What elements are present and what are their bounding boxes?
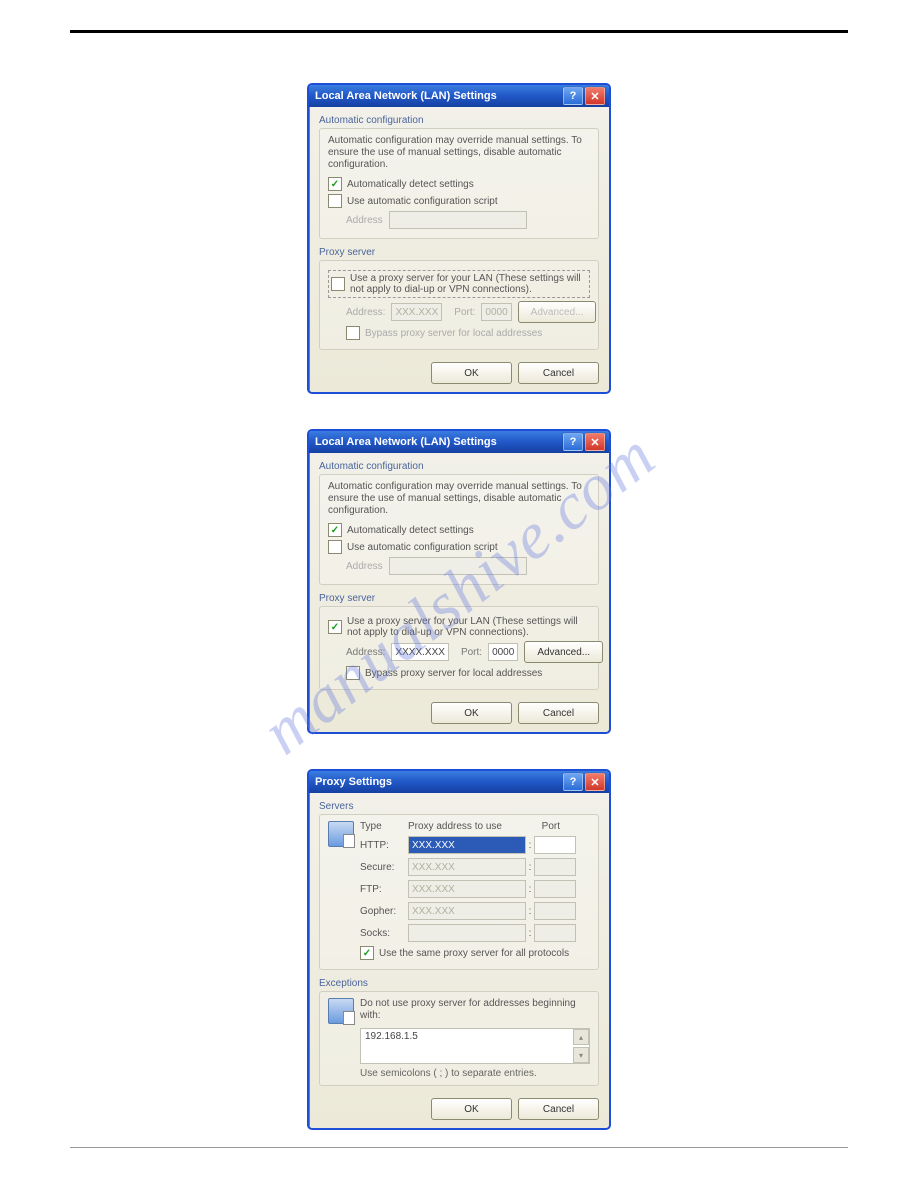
ftp-label: FTP: xyxy=(360,884,408,895)
exceptions-hint: Use semicolons ( ; ) to separate entries… xyxy=(360,1068,590,1079)
http-address-input[interactable]: XXX.XXX xyxy=(408,836,526,854)
lan-settings-dialog-2: Local Area Network (LAN) Settings ? ✕ Au… xyxy=(307,429,611,734)
cancel-button[interactable]: Cancel xyxy=(518,1098,599,1120)
dialog-title: Local Area Network (LAN) Settings xyxy=(315,90,561,102)
help-button[interactable]: ? xyxy=(563,87,583,105)
use-proxy-label: Use a proxy server for your LAN (These s… xyxy=(347,616,590,638)
use-proxy-checkbox[interactable] xyxy=(328,620,342,634)
auto-config-group: Automatic configuration may override man… xyxy=(319,474,599,585)
port-header: Port xyxy=(526,821,560,832)
cancel-button[interactable]: Cancel xyxy=(518,362,599,384)
gopher-address-input: XXX.XXX xyxy=(408,902,526,920)
bypass-checkbox[interactable] xyxy=(346,666,360,680)
close-button[interactable]: ✕ xyxy=(585,433,605,451)
exceptions-group: Do not use proxy server for addresses be… xyxy=(319,991,599,1086)
proxy-group: Use a proxy server for your LAN (These s… xyxy=(319,260,599,350)
top-rule xyxy=(70,30,848,33)
auto-config-legend: Automatic configuration xyxy=(319,115,599,126)
script-label: Use automatic configuration script xyxy=(347,542,498,553)
bypass-label: Bypass proxy server for local addresses xyxy=(365,328,542,339)
socks-port-input xyxy=(534,924,576,942)
script-label: Use automatic configuration script xyxy=(347,196,498,207)
detect-checkbox[interactable] xyxy=(328,177,342,191)
servers-legend: Servers xyxy=(319,801,599,812)
socks-address-input xyxy=(408,924,526,942)
script-address-label: Address xyxy=(346,215,383,226)
bottom-rule xyxy=(70,1147,848,1148)
use-proxy-checkbox[interactable] xyxy=(331,277,345,291)
close-button[interactable]: ✕ xyxy=(585,773,605,791)
http-port-input[interactable] xyxy=(534,836,576,854)
type-header: Type xyxy=(360,821,408,832)
auto-config-desc: Automatic configuration may override man… xyxy=(328,135,590,171)
secure-address-input: XXX.XXX xyxy=(408,858,526,876)
script-checkbox[interactable] xyxy=(328,540,342,554)
dialog-title: Proxy Settings xyxy=(315,776,561,788)
bypass-checkbox xyxy=(346,326,360,340)
cancel-button[interactable]: Cancel xyxy=(518,702,599,724)
proxy-address-label: Address: xyxy=(346,647,385,658)
proxy-legend: Proxy server xyxy=(319,593,599,604)
script-checkbox[interactable] xyxy=(328,194,342,208)
exceptions-legend: Exceptions xyxy=(319,978,599,989)
ok-button[interactable]: OK xyxy=(431,702,512,724)
script-address-input xyxy=(389,557,527,575)
proxy-port-label: Port: xyxy=(454,307,475,318)
auto-config-legend: Automatic configuration xyxy=(319,461,599,472)
servers-icon xyxy=(328,821,354,847)
http-label: HTTP: xyxy=(360,840,408,851)
auto-config-desc: Automatic configuration may override man… xyxy=(328,481,590,517)
address-header: Proxy address to use xyxy=(408,821,518,832)
proxy-port-input[interactable]: 0000 xyxy=(488,643,518,661)
proxy-address-input: XXX.XXX xyxy=(391,303,442,321)
secure-port-input xyxy=(534,858,576,876)
ftp-port-input xyxy=(534,880,576,898)
gopher-port-input xyxy=(534,902,576,920)
proxy-address-label: Address: xyxy=(346,307,385,318)
auto-config-group: Automatic configuration may override man… xyxy=(319,128,599,239)
exceptions-value: 192.168.1.5 xyxy=(365,1031,418,1042)
titlebar: Local Area Network (LAN) Settings ? ✕ xyxy=(309,85,609,107)
ok-button[interactable]: OK xyxy=(431,1098,512,1120)
use-proxy-label: Use a proxy server for your LAN (These s… xyxy=(350,273,587,295)
proxy-settings-dialog: Proxy Settings ? ✕ Servers Type Proxy ad… xyxy=(307,769,611,1130)
scroll-up-icon[interactable]: ▴ xyxy=(573,1029,589,1045)
help-button[interactable]: ? xyxy=(563,773,583,791)
lan-settings-dialog-1: Local Area Network (LAN) Settings ? ✕ Au… xyxy=(307,83,611,394)
same-proxy-checkbox[interactable] xyxy=(360,946,374,960)
same-proxy-label: Use the same proxy server for all protoc… xyxy=(379,948,569,959)
socks-label: Socks: xyxy=(360,928,408,939)
close-button[interactable]: ✕ xyxy=(585,87,605,105)
ftp-address-input: XXX.XXX xyxy=(408,880,526,898)
proxy-port-input: 0000 xyxy=(481,303,511,321)
exceptions-icon xyxy=(328,998,354,1024)
gopher-label: Gopher: xyxy=(360,906,408,917)
proxy-legend: Proxy server xyxy=(319,247,599,258)
proxy-port-label: Port: xyxy=(461,647,482,658)
detect-label: Automatically detect settings xyxy=(347,179,474,190)
titlebar: Local Area Network (LAN) Settings ? ✕ xyxy=(309,431,609,453)
script-address-label: Address xyxy=(346,561,383,572)
proxy-group: Use a proxy server for your LAN (These s… xyxy=(319,606,599,690)
exceptions-desc: Do not use proxy server for addresses be… xyxy=(360,998,590,1022)
scroll-down-icon[interactable]: ▾ xyxy=(573,1047,589,1063)
detect-label: Automatically detect settings xyxy=(347,525,474,536)
proxy-address-input[interactable]: XXXX.XXX xyxy=(391,643,448,661)
bypass-label: Bypass proxy server for local addresses xyxy=(365,668,542,679)
detect-checkbox[interactable] xyxy=(328,523,342,537)
advanced-button[interactable]: Advanced... xyxy=(524,641,603,663)
exceptions-textarea[interactable]: 192.168.1.5 ▴ ▾ xyxy=(360,1028,590,1064)
titlebar: Proxy Settings ? ✕ xyxy=(309,771,609,793)
script-address-input xyxy=(389,211,527,229)
advanced-button: Advanced... xyxy=(518,301,597,323)
dialog-title: Local Area Network (LAN) Settings xyxy=(315,436,561,448)
help-button[interactable]: ? xyxy=(563,433,583,451)
servers-group: Type Proxy address to use Port HTTP:XXX.… xyxy=(319,814,599,970)
ok-button[interactable]: OK xyxy=(431,362,512,384)
secure-label: Secure: xyxy=(360,862,408,873)
